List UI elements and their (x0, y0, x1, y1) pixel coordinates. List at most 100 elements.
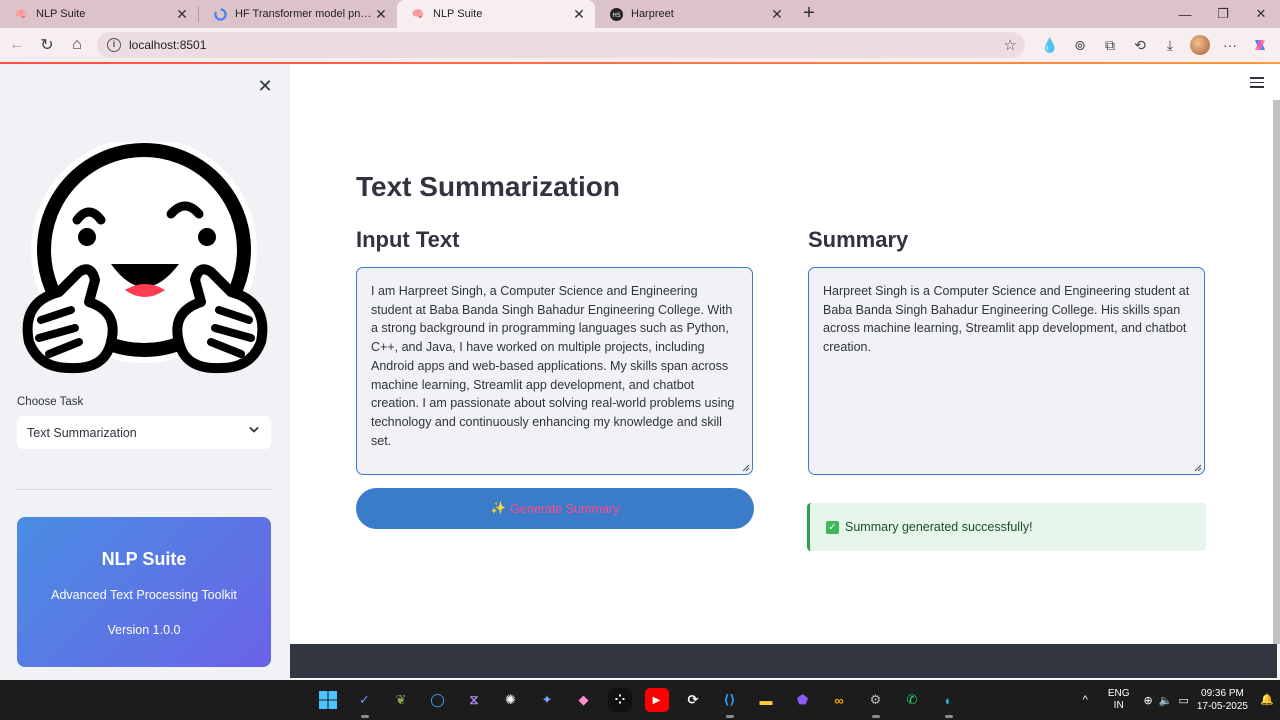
sidebar-divider (17, 489, 271, 490)
gemini-icon[interactable]: ✦ (535, 688, 559, 712)
brain-icon: 🧠 (14, 8, 28, 20)
browser-tab[interactable]: HF Transformer model png - Goo ✕ (199, 0, 397, 28)
task-select-value: Text Summarization (27, 425, 137, 440)
tab-title: Harpreet (631, 8, 674, 20)
sidebar-close-icon[interactable]: ✕ (255, 76, 275, 96)
browser-tab[interactable]: 🧠 NLP Suite ✕ (0, 0, 198, 28)
site-info-icon[interactable]: i (107, 38, 121, 52)
copilot-icon[interactable] (1248, 33, 1272, 57)
choose-task-label: Choose Task (17, 396, 84, 408)
tab-title: HF Transformer model png - Goo (235, 8, 373, 20)
tab-close-icon[interactable]: ✕ (571, 6, 587, 22)
chevron-up-icon[interactable]: ^ (1083, 694, 1088, 706)
more-menu-icon[interactable]: ··· (1218, 33, 1242, 57)
leaf-app-icon[interactable]: ❦ (389, 688, 413, 712)
downloads-icon[interactable]: ⤓ (1158, 33, 1182, 57)
colab-icon[interactable]: ∞ (827, 688, 851, 712)
browser-tab-strip: 🧠 NLP Suite ✕ HF Transformer model png -… (0, 0, 1280, 28)
resize-grip-icon[interactable] (742, 464, 750, 472)
dots-app-icon[interactable]: ⁘ (608, 688, 632, 712)
volume-icon[interactable]: 🔈 (1159, 694, 1173, 707)
copilot-icon[interactable]: ◆ (572, 688, 596, 712)
lang-code: ENG (1107, 688, 1130, 699)
clock[interactable]: 09:36 PM 17-05-2025 (1197, 687, 1248, 713)
windows-start-icon[interactable] (316, 688, 340, 712)
extensions-icon[interactable]: ⧉ (1098, 33, 1122, 57)
generate-summary-label: Generate Summary (510, 501, 620, 516)
minimize-icon[interactable]: — (1166, 0, 1204, 28)
hs-avatar-icon: HS (609, 7, 623, 21)
history-icon[interactable]: ⟲ (1128, 33, 1152, 57)
network-icon[interactable]: ⊕ (1144, 694, 1153, 707)
generate-summary-button[interactable]: ✨ Generate Summary (356, 488, 754, 529)
address-bar[interactable]: i localhost:8501 ☆ (97, 32, 1025, 58)
favorite-star-icon[interactable]: ☆ (1004, 36, 1017, 54)
url-text: localhost:8501 (129, 38, 207, 52)
footer-bar (290, 644, 1277, 678)
scrollbar[interactable] (1273, 100, 1280, 644)
success-message: Summary generated successfully! (845, 520, 1033, 534)
tab-close-icon[interactable]: ✕ (174, 6, 190, 22)
clock-date: 17-05-2025 (1196, 701, 1248, 712)
close-window-icon[interactable]: ✕ (1242, 0, 1280, 28)
file-explorer-icon[interactable]: ▬ (754, 688, 778, 712)
whatsapp-icon[interactable]: ✆ (900, 688, 924, 712)
new-tab-button[interactable]: + (795, 0, 823, 28)
tab-title: NLP Suite (36, 8, 86, 20)
copilot-app-icon[interactable]: ✓ (353, 688, 377, 718)
hamburger-menu-icon[interactable] (1250, 77, 1264, 89)
system-tray: ^ ENG IN ⊕ 🔈 ▭ 09:36 PM 17-05-2025 🔔 (1083, 680, 1280, 720)
browser-tab[interactable]: HS Harpreet ✕ (595, 0, 793, 28)
toolbar-actions: 💧 ⊚ ⧉ ⟲ ⤓ ··· (1038, 30, 1272, 60)
main-content: Text Summarization Input Text I am Harpr… (290, 64, 1280, 644)
youtube-icon[interactable]: ▶ (644, 688, 669, 712)
reload-icon[interactable]: ↻ (32, 30, 62, 60)
summary-text-value: Harpreet Singh is a Computer Science and… (823, 284, 1190, 355)
svg-text:HS: HS (612, 12, 621, 19)
extension-drop-icon[interactable]: 💧 (1038, 33, 1062, 57)
clock-time: 09:36 PM (1201, 688, 1244, 699)
region-code: IN (1113, 700, 1124, 711)
app-name: NLP Suite (101, 549, 187, 569)
app-version: Version 1.0.0 (107, 623, 181, 637)
tab-title: NLP Suite (433, 8, 483, 20)
vs-app-icon[interactable]: ⧖ (462, 688, 486, 712)
home-icon[interactable]: ⌂ (62, 30, 92, 60)
browser-toolbar: ← ↻ ⌂ i localhost:8501 ☆ 💧 ⊚ ⧉ ⟲ ⤓ ··· (0, 28, 1280, 62)
task-select[interactable]: Text Summarization (17, 416, 271, 449)
battery-icon[interactable]: ▭ (1178, 694, 1188, 707)
profile-avatar[interactable] (1188, 33, 1212, 57)
obsidian-icon[interactable]: ⬟ (791, 688, 815, 712)
cycle-app-icon[interactable]: ⟳ (681, 688, 705, 712)
tab-close-icon[interactable]: ✕ (769, 6, 785, 22)
app-tagline: Advanced Text Processing Toolkit (51, 588, 237, 602)
chatgpt-icon[interactable]: ✺ (499, 688, 523, 712)
restore-icon[interactable]: ❐ (1204, 0, 1242, 28)
windows-taskbar: ✓ ❦ ◯ ⧖ ✺ ✦ ◆ ⁘ ▶ ⟳ ⟨⟩ ▬ ⬟ ∞ ⚙ ✆ ◐ ^ ENG… (0, 680, 1280, 720)
browser-essentials-icon[interactable]: ⊚ (1068, 33, 1092, 57)
browser-tab-active[interactable]: 🧠 NLP Suite ✕ (397, 0, 595, 28)
summary-textarea[interactable]: Harpreet Singh is a Computer Science and… (808, 267, 1205, 475)
window-controls: — ❐ ✕ (1166, 0, 1280, 28)
sidebar: ✕ Choose Task Text Summarization NLP Sui… (5, 64, 290, 678)
summary-heading: Summary (808, 227, 909, 252)
back-icon[interactable]: ← (2, 30, 32, 60)
input-textarea[interactable]: I am Harpreet Singh, a Computer Science … (356, 267, 753, 475)
circle-app-icon[interactable]: ◯ (426, 688, 450, 712)
edge-icon[interactable]: ◐ (937, 688, 961, 718)
tab-close-icon[interactable]: ✕ (373, 6, 389, 22)
brain-icon: 🧠 (411, 8, 425, 20)
language-indicator[interactable]: ENG IN (1108, 688, 1130, 712)
sparkles-icon: ✨ (490, 501, 507, 515)
notification-bell-icon[interactable]: 🔔 (1260, 693, 1274, 707)
success-alert: ✓ Summary generated successfully! (807, 503, 1206, 551)
app-info-card: NLP Suite Advanced Text Processing Toolk… (17, 517, 271, 667)
check-icon: ✓ (826, 520, 839, 534)
page-title: Text Summarization (356, 171, 620, 202)
settings-icon[interactable]: ⚙ (864, 688, 888, 718)
hugging-face-logo (22, 142, 268, 374)
chevron-down-icon (249, 427, 259, 433)
input-heading: Input Text (356, 227, 460, 252)
resize-grip-icon[interactable] (1194, 464, 1202, 472)
vscode-icon[interactable]: ⟨⟩ (718, 688, 742, 718)
